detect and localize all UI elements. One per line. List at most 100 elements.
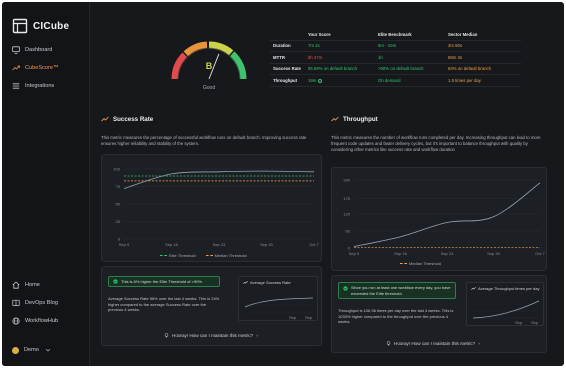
badge-text: Since you run at least one workflow ever… — [351, 285, 451, 296]
user-name: Demo — [24, 347, 39, 353]
section-title-text: Throughput — [343, 115, 378, 123]
throughput-description: This metric measures the number of workf… — [331, 135, 541, 152]
y-tick-label: 0 — [348, 245, 351, 250]
sidebar-item-label: WorkflowHub — [25, 318, 59, 324]
x-tick-label: Sep 23 — [441, 251, 454, 256]
gauge-svg: B Good — [171, 41, 247, 91]
mini-chart-card: Average Success Rate Sep Sep — [238, 276, 318, 321]
metrics-table: Your Score Elite Benchmark Sector Median… — [270, 29, 521, 87]
header-cell: Elite Benchmark — [378, 31, 412, 37]
sidebar-item-label: CubeScore™ — [25, 65, 59, 71]
mini-chart-card: Average Throughput times per day Sep Sep — [466, 282, 544, 326]
x-tick-label: Sep 9 — [349, 251, 360, 256]
chart-legend: Median Threshold — [400, 261, 441, 266]
info-icon[interactable] — [317, 78, 322, 83]
row-name: Success Rate — [273, 66, 301, 72]
row-name: MTTR — [273, 54, 285, 60]
maintain-metric-link[interactable]: Hooray! How can I maintain this metric? … — [164, 333, 258, 338]
score-cell: 8h 27m — [308, 54, 323, 60]
chevron-right-icon: › — [256, 333, 258, 338]
y-tick-label: 240 — [343, 177, 350, 182]
throughput-chart: 0 60 120 175 240 Sep 9 Sep 16 Sep 23 Sep 30 Oct 7… — [331, 167, 547, 271]
median-cell: 83% on default branch — [448, 66, 492, 72]
median-cell: 58m 3s — [448, 54, 463, 60]
x-tick-label: Sep 30 — [487, 251, 500, 256]
y-tick-label: 25 — [116, 219, 121, 224]
mini-tick: Sep — [515, 320, 523, 325]
main-content: B Good Your Score Elite Benchmark Sector… — [91, 2, 564, 366]
home-icon — [12, 281, 20, 289]
x-tick-label: Oct 7 — [535, 251, 545, 256]
user-menu[interactable]: Demo — [10, 343, 84, 357]
elite-cell: 5m - 10m — [378, 43, 397, 49]
insight-text: Average Success Rate 96% over the last 4… — [108, 296, 220, 313]
x-tick-label: Sep 23 — [213, 242, 226, 247]
sidebar-item-label: Dashboard — [25, 47, 53, 53]
sidebar-item-workflowhub[interactable]: WorkflowHub — [10, 314, 84, 328]
score-cell: 7m 1s — [308, 43, 320, 49]
sidebar-item-dashboard[interactable]: Dashboard — [10, 43, 84, 57]
section-title-text: Success Rate — [113, 115, 154, 123]
insight-text: Throughput is 106.36 times per day over … — [338, 308, 454, 325]
gauge-grade: B — [206, 61, 213, 71]
mini-tick: Sep — [305, 315, 313, 320]
elite-cell: 1h — [378, 54, 383, 60]
sidebar-item-integrations[interactable]: Integrations — [10, 79, 84, 93]
y-tick-label: 60 — [346, 228, 351, 233]
mini-tick: Sep — [289, 315, 297, 320]
series-line — [123, 170, 315, 189]
logo[interactable]: CICube — [12, 18, 69, 34]
lightbulb-icon — [164, 333, 169, 338]
elite-cell: >90% on default branch — [378, 66, 424, 72]
score-cell: 19m — [308, 78, 378, 83]
success-badge: This is 6% higher the Elite Threshold of… — [108, 276, 220, 287]
success-badge: Since you run at least one workflow ever… — [338, 282, 456, 299]
series-line — [353, 182, 541, 247]
globe-icon — [12, 317, 20, 325]
chart-legend: Elite Threshold Median Threshold — [160, 253, 247, 258]
x-tick-label: Sep 9 — [119, 242, 130, 247]
row-name: Duration — [273, 43, 291, 49]
sidebar-item-label: Integrations — [25, 83, 55, 89]
legend-label: Elite Threshold — [169, 253, 196, 258]
trend-up-icon — [101, 116, 109, 122]
legend-item-median: Median Threshold — [400, 261, 441, 266]
table-row: Duration 7m 1s 5m - 10m 3m 50s — [270, 41, 521, 52]
mini-chart-svg: Sep Sep — [472, 300, 540, 325]
x-tick-label: Oct 7 — [309, 242, 319, 247]
sidebar-item-home[interactable]: Home — [10, 278, 84, 292]
throughput-title: Throughput — [331, 115, 378, 123]
elite-cell: On demand — [378, 77, 401, 83]
row-name: Throughput — [273, 77, 298, 83]
check-circle-icon — [343, 285, 348, 291]
monitor-icon — [12, 46, 20, 54]
sidebar-item-devops-blog[interactable]: DevOps Blog — [10, 296, 84, 310]
avatar — [12, 346, 19, 354]
legend-item-elite: Elite Threshold — [160, 253, 196, 258]
header-cell: Your Score — [308, 31, 331, 37]
score-cell: 95.69% on default branch — [308, 66, 357, 72]
y-tick-label: 0 — [118, 236, 121, 241]
table-row: MTTR 8h 27m 1h 58m 3s — [270, 52, 521, 64]
sidebar: CICube Dashboard CubeScore™ Integrations… — [2, 2, 90, 366]
throughput-chart-svg: 0 60 120 175 240 Sep 9 Sep 16 Sep 23 Sep 30 Oct 7 — [343, 177, 545, 256]
throughput-insight-card: Since you run at least one workflow ever… — [331, 275, 547, 353]
success-rate-insight-card: This is 6% higher the Elite Threshold of… — [101, 266, 322, 346]
header-cell: Sector Median — [448, 31, 478, 37]
x-tick-label: Sep 16 — [394, 251, 407, 256]
success-rate-chart: 0 25 50 75 100 Sep 9 Sep 16 Sep 23 Sep 30 Oct 7 E… — [101, 154, 322, 262]
hooray-text: Hooray! How can I maintain this metric? — [394, 341, 476, 346]
maintain-metric-link[interactable]: Hooray! How can I maintain this metric? … — [386, 341, 480, 346]
hooray-text: Hooray! How can I maintain this metric? — [172, 333, 254, 338]
sidebar-item-label: Home — [25, 282, 40, 288]
legend-item-median: Median Threshold — [205, 253, 247, 258]
chevron-down-icon — [45, 349, 51, 352]
sidebar-item-cubescore[interactable]: CubeScore™ — [10, 61, 84, 75]
badge-text: This is 6% higher the Elite Threshold of… — [121, 279, 204, 284]
table-header: Your Score Elite Benchmark Sector Median — [270, 29, 521, 41]
check-circle-icon — [113, 279, 118, 284]
chevron-right-icon: › — [478, 341, 480, 346]
y-tick-label: 75 — [116, 184, 121, 189]
list-icon — [12, 83, 20, 89]
book-icon — [12, 299, 20, 307]
